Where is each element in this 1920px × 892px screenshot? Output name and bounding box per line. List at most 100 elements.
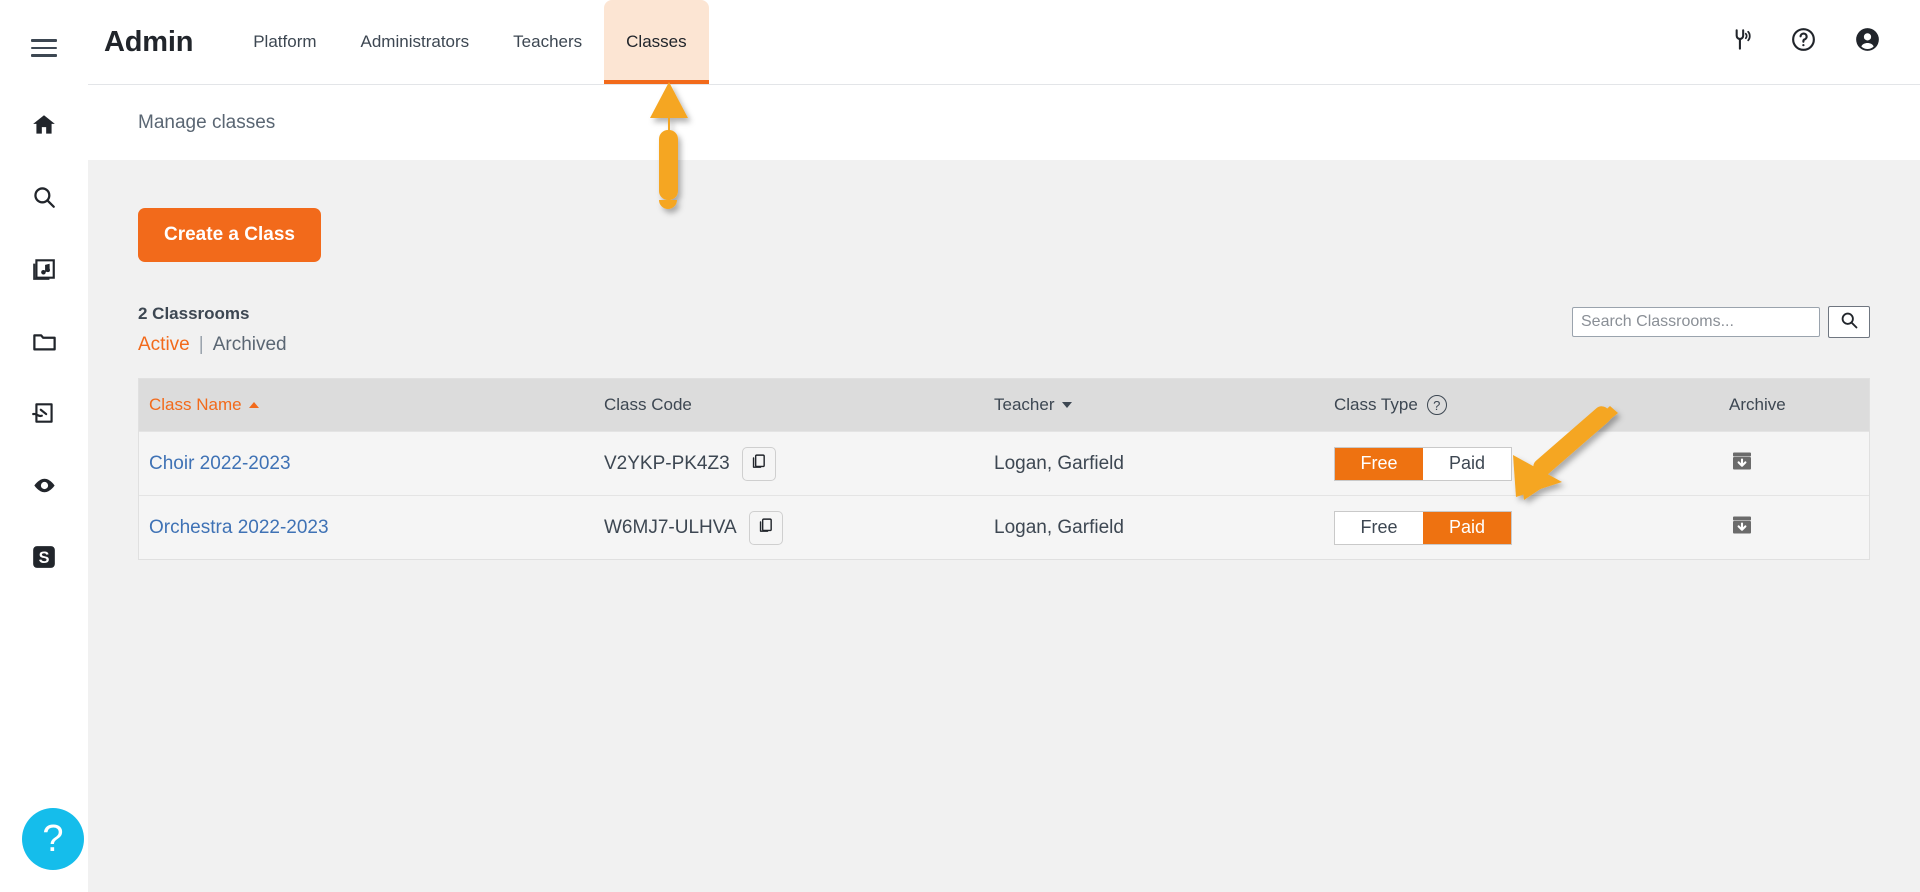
column-header-archive: Archive xyxy=(1719,395,1869,415)
class-name-link[interactable]: Choir 2022-2023 xyxy=(149,453,291,475)
tab-label: Administrators xyxy=(360,32,470,51)
archive-icon xyxy=(1730,513,1754,542)
copy-class-code-button[interactable] xyxy=(748,510,783,545)
column-label: Class Name xyxy=(149,395,242,414)
table-row: Orchestra 2022-2023 W6MJ7-ULHVA Logan, G… xyxy=(139,495,1869,559)
column-header-teacher[interactable]: Teacher xyxy=(984,395,1324,415)
question-mark-icon: ? xyxy=(42,818,64,860)
s-badge-icon: S xyxy=(31,544,57,570)
cell-class-name: Choir 2022-2023 xyxy=(139,453,594,475)
hamburger-icon-line xyxy=(31,54,57,57)
svg-text:S: S xyxy=(39,549,50,567)
class-type-option-paid[interactable]: Paid xyxy=(1423,511,1511,544)
page-title: Admin xyxy=(104,25,194,58)
class-name-link[interactable]: Orchestra 2022-2023 xyxy=(149,517,329,539)
search-input[interactable] xyxy=(1572,307,1820,337)
sub-header: Manage classes xyxy=(88,84,1920,160)
rail-icon-list: S xyxy=(21,102,67,580)
archive-button[interactable] xyxy=(1729,515,1755,541)
class-type-option-free[interactable]: Free xyxy=(1335,447,1423,480)
status-filters: Active | Archived xyxy=(138,334,287,356)
search-icon xyxy=(31,184,57,210)
cell-class-type: Free Paid xyxy=(1324,446,1719,481)
tab-classes[interactable]: Classes xyxy=(604,0,710,84)
tuning-fork-button[interactable] xyxy=(1728,27,1754,58)
content-area: Create a Class 2 Classrooms Active | Arc… xyxy=(88,160,1920,892)
sidebar-item-folder[interactable] xyxy=(21,318,67,364)
sidebar-item-music-library[interactable] xyxy=(21,246,67,292)
sidebar-item-compose[interactable] xyxy=(21,390,67,436)
folder-icon xyxy=(31,328,58,355)
sidebar-item-home[interactable] xyxy=(21,102,67,148)
column-label: Teacher xyxy=(994,395,1055,414)
filter-separator: | xyxy=(198,334,204,355)
copy-icon xyxy=(750,453,767,475)
sort-descending-icon xyxy=(1062,402,1073,408)
column-header-class-code[interactable]: Class Code xyxy=(594,395,984,415)
class-type-toggle[interactable]: Free Paid xyxy=(1334,446,1512,481)
search-submit-button[interactable] xyxy=(1828,306,1870,338)
compose-icon xyxy=(31,400,57,426)
cell-class-code: V2YKP-PK4Z3 xyxy=(594,446,984,481)
eye-icon xyxy=(31,472,58,499)
home-icon xyxy=(31,112,57,138)
create-class-button[interactable]: Create a Class xyxy=(138,208,321,262)
cell-archive xyxy=(1719,451,1869,477)
list-header: 2 Classrooms Active | Archived xyxy=(138,304,1870,356)
music-library-icon xyxy=(31,256,57,282)
tab-label: Classes xyxy=(626,32,687,51)
tab-label: Platform xyxy=(253,32,317,51)
help-circle-icon xyxy=(1790,26,1817,58)
sidebar-item-s-badge[interactable]: S xyxy=(21,534,67,580)
classroom-count: 2 Classrooms xyxy=(138,304,250,323)
filter-archived[interactable]: Archived xyxy=(213,334,287,356)
classroom-count-block: 2 Classrooms Active | Archived xyxy=(138,304,287,356)
column-header-class-name[interactable]: Class Name xyxy=(139,395,594,415)
sidebar-item-search[interactable] xyxy=(21,174,67,220)
class-type-option-paid[interactable]: Paid xyxy=(1423,447,1511,480)
sidebar-item-preview[interactable] xyxy=(21,462,67,508)
column-header-class-type[interactable]: Class Type ? xyxy=(1324,395,1719,415)
tab-teachers[interactable]: Teachers xyxy=(491,0,604,84)
hamburger-icon-line xyxy=(31,39,57,42)
cell-class-code: W6MJ7-ULHVA xyxy=(594,510,984,545)
class-code-text: V2YKP-PK4Z3 xyxy=(604,452,730,474)
archive-button[interactable] xyxy=(1729,451,1755,477)
class-type-info-icon[interactable]: ? xyxy=(1426,395,1447,415)
account-button[interactable] xyxy=(1853,25,1882,59)
tab-platform[interactable]: Platform xyxy=(231,0,338,84)
tuning-fork-icon xyxy=(1728,27,1754,58)
table-header-row: Class Name Class Code Teacher Class Type… xyxy=(139,379,1869,431)
filter-active[interactable]: Active xyxy=(138,334,190,356)
help-button[interactable] xyxy=(1790,26,1817,58)
tab-administrators[interactable]: Administrators xyxy=(339,0,492,84)
search-icon xyxy=(1839,310,1859,335)
archive-icon xyxy=(1730,449,1754,478)
main-nav: Platform Administrators Teachers Classes xyxy=(231,0,710,84)
teacher-name: Logan, Garfield xyxy=(994,516,1124,538)
copy-class-code-button[interactable] xyxy=(741,446,776,481)
help-fab-button[interactable]: ? xyxy=(22,808,84,870)
table-row: Choir 2022-2023 V2YKP-PK4Z3 Logan, Garfi… xyxy=(139,431,1869,495)
left-rail: S ? xyxy=(0,0,88,892)
column-label: Class Code xyxy=(604,395,692,414)
app-root: S ? Admin Platform Administrators Teache… xyxy=(0,0,1920,892)
class-type-option-free[interactable]: Free xyxy=(1335,511,1423,544)
cell-class-type: Free Paid xyxy=(1324,510,1719,545)
menu-toggle-button[interactable] xyxy=(24,28,64,68)
top-bar: Admin Platform Administrators Teachers C… xyxy=(88,0,1920,84)
class-type-toggle[interactable]: Free Paid xyxy=(1334,510,1512,545)
teacher-name: Logan, Garfield xyxy=(994,452,1124,474)
copy-icon xyxy=(757,517,774,539)
hamburger-icon-line xyxy=(31,46,57,50)
column-label: Archive xyxy=(1729,395,1786,414)
top-bar-actions xyxy=(1728,25,1920,59)
subheader-title: Manage classes xyxy=(138,111,276,133)
sort-ascending-icon xyxy=(248,402,259,408)
column-label: Class Type xyxy=(1334,395,1418,414)
cell-teacher: Logan, Garfield xyxy=(984,517,1324,539)
account-icon xyxy=(1853,25,1882,59)
cell-class-name: Orchestra 2022-2023 xyxy=(139,517,594,539)
cell-teacher: Logan, Garfield xyxy=(984,453,1324,475)
tab-label: Teachers xyxy=(513,32,583,51)
